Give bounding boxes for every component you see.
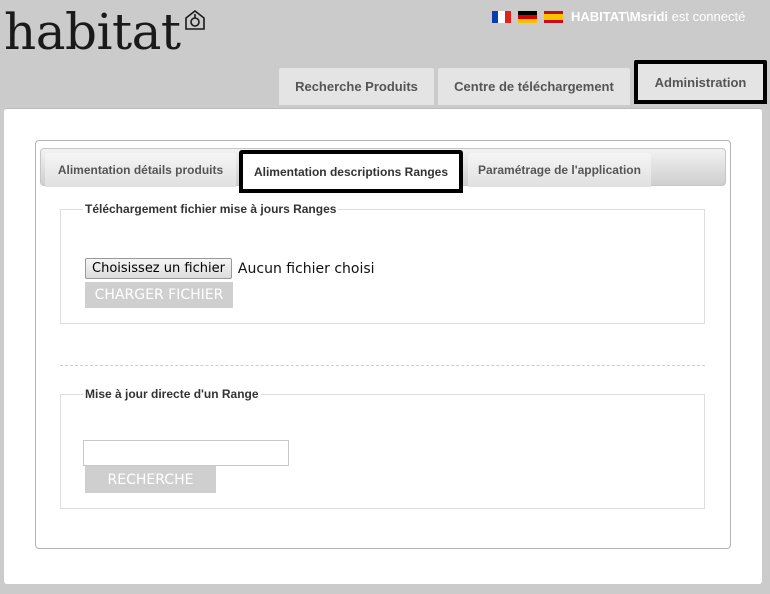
main-tabs: Recherche Produits Centre de téléchargem… <box>279 60 767 105</box>
recherche-button[interactable]: RECHERCHE <box>85 466 216 493</box>
choose-file-button[interactable]: Choisissez un fichier <box>85 258 232 279</box>
upload-fieldset: Téléchargement fichier mise à jours Rang… <box>60 202 705 324</box>
user-name: HABITAT\Msridi <box>571 9 669 24</box>
file-input: Choisissez un fichier Aucun fichier choi… <box>85 258 375 279</box>
tab-centre-telechargement[interactable]: Centre de téléchargement <box>438 68 630 105</box>
charger-fichier-button[interactable]: CHARGER FICHIER <box>85 282 233 308</box>
section-divider <box>60 365 705 366</box>
user-status-text: est connecté <box>668 9 746 24</box>
direct-update-fieldset: Mise à jour directe d'un Range RECHERCHE <box>60 387 705 509</box>
upload-legend: Téléchargement fichier mise à jours Rang… <box>85 202 337 216</box>
subtab-alimentation-ranges[interactable]: Alimentation descriptions Ranges <box>239 150 463 193</box>
house-logo-icon <box>185 9 205 30</box>
admin-container: Alimentation détails produits Alimentati… <box>35 140 731 549</box>
tab-administration[interactable]: Administration <box>634 60 767 104</box>
range-search-input[interactable] <box>83 440 289 466</box>
es-flag-icon[interactable] <box>544 11 563 23</box>
habitat-logo[interactable]: habitat <box>4 2 181 62</box>
file-status: Aucun fichier choisi <box>237 260 375 277</box>
user-status: HABITAT\Msridi est connecté <box>571 9 745 24</box>
fr-flag-icon[interactable] <box>492 11 511 23</box>
direct-update-legend: Mise à jour directe d'un Range <box>85 387 259 401</box>
de-flag-icon[interactable] <box>518 11 537 23</box>
main-panel: Alimentation détails produits Alimentati… <box>4 108 762 584</box>
tab-recherche-produits[interactable]: Recherche Produits <box>279 68 434 105</box>
subtab-parametrage[interactable]: Paramétrage de l'application <box>468 153 651 187</box>
language-selector <box>492 11 563 23</box>
subtab-bar: Alimentation détails produits Alimentati… <box>40 148 726 193</box>
subtab-alimentation-details[interactable]: Alimentation détails produits <box>45 153 236 187</box>
